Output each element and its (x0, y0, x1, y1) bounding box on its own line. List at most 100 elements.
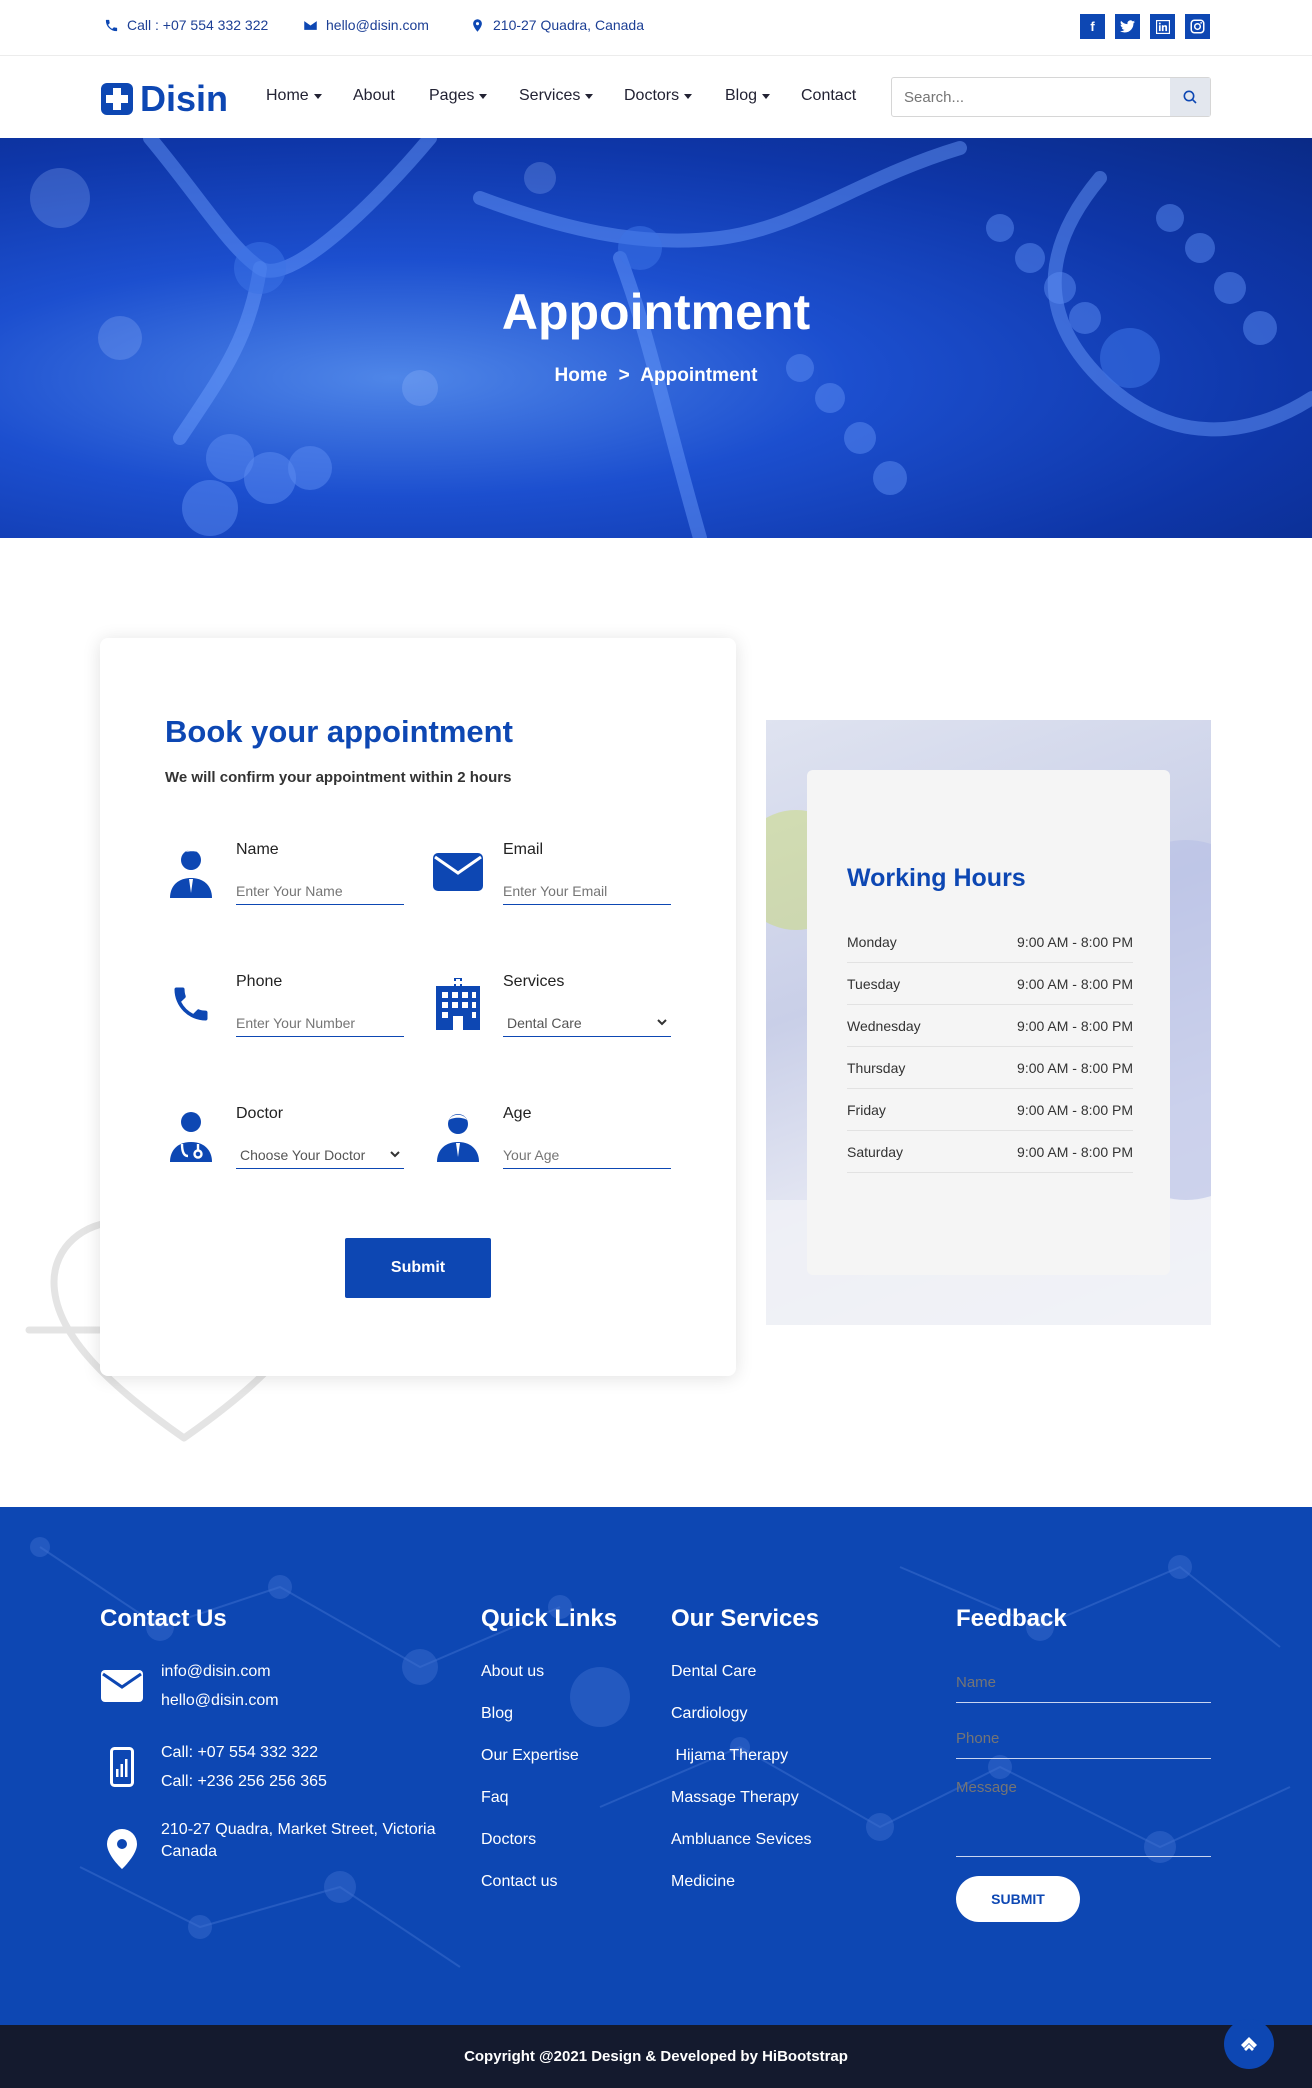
caret-down-icon (684, 93, 693, 99)
form-subtitle: We will confirm your appointment within … (165, 769, 512, 786)
doctor-select[interactable]: Choose Your Doctor (236, 1141, 404, 1169)
footer-email-2[interactable]: hello@disin.com (161, 1686, 279, 1715)
services-selected-value: Dental Care (507, 1014, 582, 1031)
doctor-selected-value: Choose Your Doctor (240, 1146, 366, 1163)
working-hours-title: Working Hours (847, 864, 1026, 892)
footer: Contact Us info@disin.com hello@disin.co… (0, 1507, 1312, 2025)
twitter-icon[interactable] (1115, 14, 1140, 39)
footer-link-doctors[interactable]: Doctors (481, 1831, 536, 1849)
phone-input[interactable] (236, 1009, 404, 1037)
footer-email-1[interactable]: info@disin.com (161, 1657, 279, 1686)
nav-doctors-label: Doctors (624, 87, 680, 104)
hours-time: 9:00 AM - 8:00 PM (1017, 933, 1133, 950)
nav-pages[interactable]: Pages (429, 87, 488, 105)
footer-phone-2[interactable]: Call: +236 256 256 365 (161, 1767, 327, 1796)
hours-time: 9:00 AM - 8:00 PM (1017, 975, 1133, 992)
footer-link-about[interactable]: About us (481, 1663, 544, 1681)
doctor-icon (165, 1110, 217, 1162)
hours-day: Wednesday (847, 1017, 921, 1034)
search-icon (1183, 90, 1197, 104)
map-pin-icon (473, 18, 482, 32)
search-input[interactable] (892, 78, 1170, 116)
nav-doctors[interactable]: Doctors (624, 87, 693, 105)
email-input[interactable] (503, 877, 671, 905)
footer-service-massage[interactable]: Massage Therapy (671, 1789, 799, 1807)
feedback-submit-button[interactable]: SUBMIT (956, 1876, 1080, 1922)
footer-service-cardiology[interactable]: Cardiology (671, 1705, 747, 1723)
form-title: Book your appointment (165, 714, 513, 749)
logo-text: Disin (140, 78, 229, 119)
phone-icon (105, 19, 118, 31)
name-label: Name (236, 841, 279, 858)
hours-row: Monday 9:00 AM - 8:00 PM (847, 921, 1133, 963)
nav-home-label: Home (266, 87, 309, 104)
feedback-name-input[interactable] (956, 1663, 1211, 1703)
footer-phone-1[interactable]: Call: +07 554 332 322 (161, 1738, 327, 1767)
nav-contact-label: Contact (801, 87, 857, 104)
nav-services[interactable]: Services (519, 87, 594, 105)
footer-link-blog[interactable]: Blog (481, 1705, 513, 1723)
hours-time: 9:00 AM - 8:00 PM (1017, 1017, 1133, 1034)
breadcrumb-separator: > (618, 365, 630, 386)
phone-icon (165, 978, 217, 1030)
submit-button[interactable]: Submit (345, 1238, 491, 1298)
copyright-bar: Copyright @2021 Design & Developed by Hi… (0, 2025, 1312, 2088)
footer-service-ambulance[interactable]: Ambluance Sevices (671, 1831, 812, 1849)
age-input[interactable] (503, 1141, 671, 1169)
nav-contact[interactable]: Contact (801, 87, 856, 105)
footer-service-medicine[interactable]: Medicine (671, 1873, 735, 1891)
email-field-group: Email (503, 841, 673, 905)
footer-service-hijama[interactable]: Hijama Therapy (671, 1747, 788, 1765)
hours-day: Thursday (847, 1059, 906, 1076)
hours-row: Wednesday 9:00 AM - 8:00 PM (847, 1005, 1133, 1047)
hours-day: Monday (847, 933, 897, 950)
topbar-phone-text: Call : +07 554 332 322 (127, 17, 269, 33)
breadcrumb: Home > Appointment (0, 365, 1312, 387)
breadcrumb-home[interactable]: Home (555, 365, 608, 386)
caret-down-icon (313, 93, 322, 99)
envelope-icon (304, 20, 317, 30)
linkedin-icon[interactable] (1150, 14, 1175, 39)
topbar-email-text: hello@disin.com (326, 17, 429, 33)
arrow-up-icon (1241, 2037, 1257, 2051)
topbar-phone[interactable]: Call : +07 554 332 322 (104, 17, 268, 33)
footer-link-faq[interactable]: Faq (481, 1789, 509, 1807)
footer-link-expertise[interactable]: Our Expertise (481, 1747, 579, 1765)
nav-about-label: About (353, 87, 395, 104)
footer-feedback-title: Feedback (956, 1605, 1067, 1632)
doctor-label: Doctor (236, 1105, 284, 1122)
topbar-address: 210-27 Quadra, Canada (470, 17, 644, 33)
age-field-group: Age (503, 1105, 673, 1169)
hours-time: 9:00 AM - 8:00 PM (1017, 1101, 1133, 1118)
doctor-field-group: Doctor Choose Your Doctor (236, 1105, 406, 1169)
hours-row: Saturday 9:00 AM - 8:00 PM (847, 1131, 1133, 1173)
footer-link-contact[interactable]: Contact us (481, 1873, 557, 1891)
scroll-to-top-button[interactable] (1224, 2019, 1274, 2069)
nav-services-label: Services (519, 87, 581, 104)
instagram-icon[interactable] (1185, 14, 1210, 39)
logo[interactable]: Disin (100, 78, 228, 120)
appointment-form-card: Book your appointment We will confirm yo… (100, 638, 736, 1376)
services-field-group: Services Dental Care (503, 973, 673, 1037)
name-field-group: Name (236, 841, 406, 905)
hours-row: Friday 9:00 AM - 8:00 PM (847, 1089, 1133, 1131)
map-pin-icon (107, 1829, 137, 1869)
footer-services-title: Our Services (671, 1605, 820, 1632)
services-select[interactable]: Dental Care (503, 1009, 671, 1037)
footer-service-dental[interactable]: Dental Care (671, 1663, 756, 1681)
email-label: Email (503, 841, 544, 858)
feedback-phone-input[interactable] (956, 1719, 1211, 1759)
name-input[interactable] (236, 877, 404, 905)
topbar-email[interactable]: hello@disin.com (303, 17, 429, 33)
nav-blog[interactable]: Blog (725, 87, 771, 105)
page-banner: Appointment Home > Appointment (0, 138, 1312, 538)
nav-home[interactable]: Home (266, 87, 322, 105)
medical-cross-icon (101, 83, 133, 115)
search-button[interactable] (1170, 78, 1210, 116)
facebook-icon[interactable]: f (1080, 14, 1105, 39)
caret-down-icon (479, 93, 488, 99)
feedback-message-input[interactable] (956, 1777, 1211, 1857)
nav-pages-label: Pages (429, 87, 475, 104)
nav-about[interactable]: About (353, 87, 395, 105)
copyright-text: Copyright @2021 Design & Developed by Hi… (464, 2048, 848, 2065)
